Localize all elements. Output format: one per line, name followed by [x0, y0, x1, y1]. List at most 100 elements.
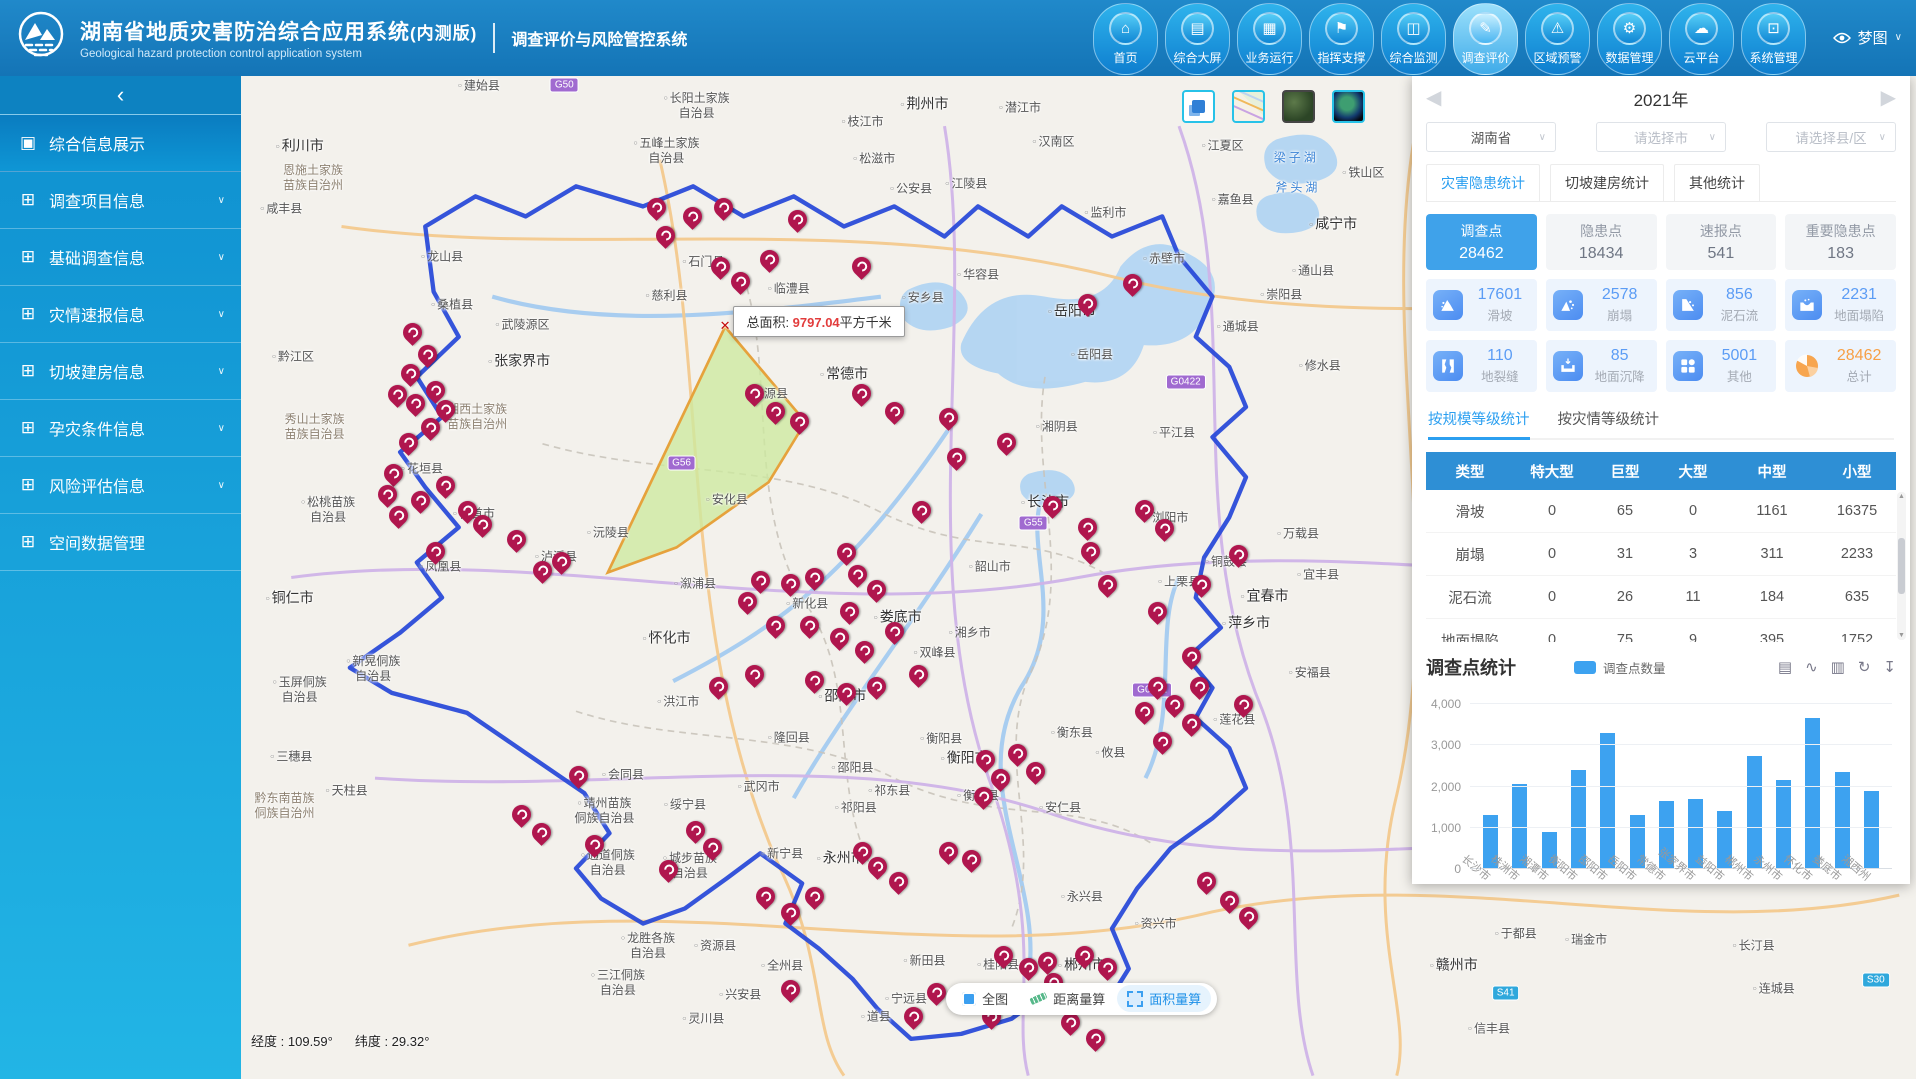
chevron-down-icon: ∨	[1879, 132, 1886, 143]
nav-item[interactable]: ⚠ 区域预警	[1525, 3, 1590, 75]
line-chart-icon[interactable]: ∿	[1805, 660, 1818, 675]
region-filters: 湖南省∨ 请选择市∨ 请选择县/区∨	[1426, 122, 1896, 152]
y-axis-tick: 2,000	[1431, 780, 1461, 794]
table-scrollbar[interactable]: ▲ ▼	[1897, 492, 1906, 640]
hazard-type-value: 85	[1611, 347, 1629, 365]
hazard-type-tile[interactable]: 85 地面沉降	[1546, 340, 1657, 392]
province-select[interactable]: 湖南省∨	[1426, 122, 1556, 152]
measure-point-icon: ✕	[720, 318, 731, 334]
chart-legend[interactable]: 调查点数量	[1574, 658, 1666, 677]
hazard-type-tile[interactable]: 28462 总计	[1785, 340, 1896, 392]
longitude-readout: 经度 : 109.59°	[251, 1031, 333, 1050]
x-axis-tick: 郴州市	[1747, 869, 1762, 904]
nav-item[interactable]: ▤ 综合大屏	[1165, 3, 1230, 75]
nav-item[interactable]: ⌂ 首页	[1093, 3, 1158, 75]
summary-card-value: 18434	[1579, 245, 1624, 263]
download-icon[interactable]: ↧	[1883, 660, 1896, 675]
scroll-up-icon[interactable]: ▲	[1898, 493, 1905, 500]
chart-bar	[1805, 718, 1820, 869]
chart-title: 调查点统计	[1426, 654, 1516, 680]
nav-label: 业务运行	[1245, 49, 1293, 66]
basemap-street-thumbnail[interactable]	[1232, 90, 1265, 123]
hazard-type-tile[interactable]: 110 地裂缝	[1426, 340, 1537, 392]
measure-area-button[interactable]: 面积量算	[1117, 985, 1211, 1012]
table-header-cell: 大型	[1660, 461, 1726, 482]
summary-card[interactable]: 速报点 541	[1666, 214, 1777, 270]
nav-item[interactable]: ⚙ 数据管理	[1597, 3, 1662, 75]
nav-item[interactable]: ⚑ 指挥支撑	[1309, 3, 1374, 75]
stats-tab[interactable]: 切坡建房统计	[1550, 164, 1664, 201]
nav-label: 调查评价	[1461, 49, 1509, 66]
city-select[interactable]: 请选择市∨	[1596, 122, 1726, 152]
layers-button[interactable]	[1182, 90, 1215, 123]
sidebar-item-icon: ⊞	[18, 304, 38, 324]
prev-year-button[interactable]: ◀	[1426, 88, 1441, 108]
full-extent-button[interactable]: 全图	[952, 985, 1018, 1012]
sidebar-item[interactable]: ⊞ 灾情速报信息 ∨	[0, 286, 241, 343]
x-axis-tick: 衡阳市	[1571, 869, 1586, 904]
summary-card-label: 重要隐患点	[1806, 221, 1876, 241]
user-menu[interactable]: 梦图 ∨	[1833, 27, 1902, 48]
hazard-type-label: 滑坡	[1487, 305, 1512, 324]
stats-panel: ◀ 2021年 ▶ 湖南省∨ 请选择市∨ 请选择县/区∨ 灾害隐患统计切坡建房统…	[1412, 76, 1910, 884]
summary-card[interactable]: 隐患点 18434	[1546, 214, 1657, 270]
sidebar-collapse-button[interactable]: ‹	[0, 76, 241, 114]
sidebar-item[interactable]: ⊞ 空间数据管理 ∨	[0, 514, 241, 571]
summary-cards: 调查点 28462 隐患点 18434 速报点 541 重要隐患点 183	[1426, 214, 1896, 270]
coordinates-readout: 经度 : 109.59° 纬度 : 29.32°	[251, 1031, 429, 1050]
hazard-level-table: 类型特大型巨型大型中型小型 滑坡0 650 116116375 崩塌0 313 …	[1426, 452, 1896, 642]
basemap-globe-thumbnail[interactable]	[1332, 90, 1365, 123]
nav-item[interactable]: ◫ 综合监测	[1381, 3, 1446, 75]
hazard-type-icon	[1433, 351, 1463, 381]
nav-item[interactable]: ☁ 云平台	[1669, 3, 1734, 75]
scrollbar-thumb[interactable]	[1898, 538, 1905, 594]
level-tab[interactable]: 按规模等级统计	[1428, 408, 1530, 438]
hazard-type-tile[interactable]: 17601 滑坡	[1426, 279, 1537, 331]
hazard-type-tile[interactable]: 856 泥石流	[1666, 279, 1777, 331]
county-select[interactable]: 请选择县/区∨	[1766, 122, 1896, 152]
summary-card-label: 调查点	[1460, 221, 1502, 241]
hazard-type-icon	[1792, 290, 1822, 320]
summary-card[interactable]: 调查点 28462	[1426, 214, 1537, 270]
nav-icon: ▤	[1181, 12, 1214, 45]
data-view-icon[interactable]: ▤	[1778, 660, 1792, 675]
sidebar-item-label: 综合信息展示	[49, 131, 145, 155]
stats-tab[interactable]: 其他统计	[1674, 164, 1760, 201]
sidebar-item[interactable]: ⊞ 切坡建房信息 ∨	[0, 343, 241, 400]
sidebar-item-label: 调查项目信息	[49, 188, 145, 212]
sidebar-item[interactable]: ⊞ 基础调查信息 ∨	[0, 229, 241, 286]
nav-item[interactable]: ▦ 业务运行	[1237, 3, 1302, 75]
chart-toolbar: ▤ ∿ ▥ ↻ ↧	[1778, 660, 1896, 675]
summary-card[interactable]: 重要隐患点 183	[1785, 214, 1896, 270]
sidebar-item[interactable]: ⊞ 调查项目信息 ∨	[0, 172, 241, 229]
nav-item[interactable]: ✎ 调查评价	[1453, 3, 1518, 75]
table-body: 滑坡0 650 116116375 崩塌0 313 3112233 泥石流0 2…	[1426, 490, 1896, 642]
bar-chart-icon[interactable]: ▥	[1831, 660, 1845, 675]
sidebar-item[interactable]: ⊞ 风险评估信息 ∨	[0, 457, 241, 514]
full-extent-icon	[962, 992, 976, 1006]
y-axis-tick: 4,000	[1431, 697, 1461, 711]
legend-swatch	[1574, 661, 1596, 674]
refresh-icon[interactable]: ↻	[1858, 660, 1871, 675]
nav-item[interactable]: ⊡ 系统管理	[1741, 3, 1806, 75]
sidebar-item[interactable]: ▣ 综合信息展示 ∨	[0, 114, 241, 172]
hazard-type-tile[interactable]: 2231 地面塌陷	[1785, 279, 1896, 331]
hazard-type-label: 其他	[1727, 366, 1752, 385]
level-tab[interactable]: 按灾情等级统计	[1558, 408, 1660, 438]
sidebar-item[interactable]: ⊞ 孕灾条件信息 ∨	[0, 400, 241, 457]
sidebar-item-icon: ⊞	[18, 475, 38, 495]
table-row: 滑坡0 650 116116375	[1426, 490, 1896, 533]
sidebar-item-icon: ⊞	[18, 418, 38, 438]
hazard-type-tile[interactable]: 5001 其他	[1666, 340, 1777, 392]
chart-x-labels: 长沙市株洲市湘潭市衡阳市邵阳市岳阳市常德市张家界市益阳市郴州市永州市怀化市娄底市…	[1470, 869, 1892, 904]
scroll-down-icon[interactable]: ▼	[1898, 632, 1905, 639]
hazard-type-tile[interactable]: 2578 崩塌	[1546, 279, 1657, 331]
measure-distance-button[interactable]: 距离量算	[1020, 985, 1115, 1012]
basemap-satellite-thumbnail[interactable]	[1282, 90, 1315, 123]
year-selector: ◀ 2021年 ▶	[1426, 76, 1896, 120]
next-year-button[interactable]: ▶	[1881, 88, 1896, 108]
table-header-cell: 特大型	[1514, 461, 1590, 482]
system-name: 调查评价与风险管控系统	[511, 26, 687, 50]
nav-icon: ⊡	[1757, 12, 1790, 45]
stats-tab[interactable]: 灾害隐患统计	[1426, 164, 1540, 201]
